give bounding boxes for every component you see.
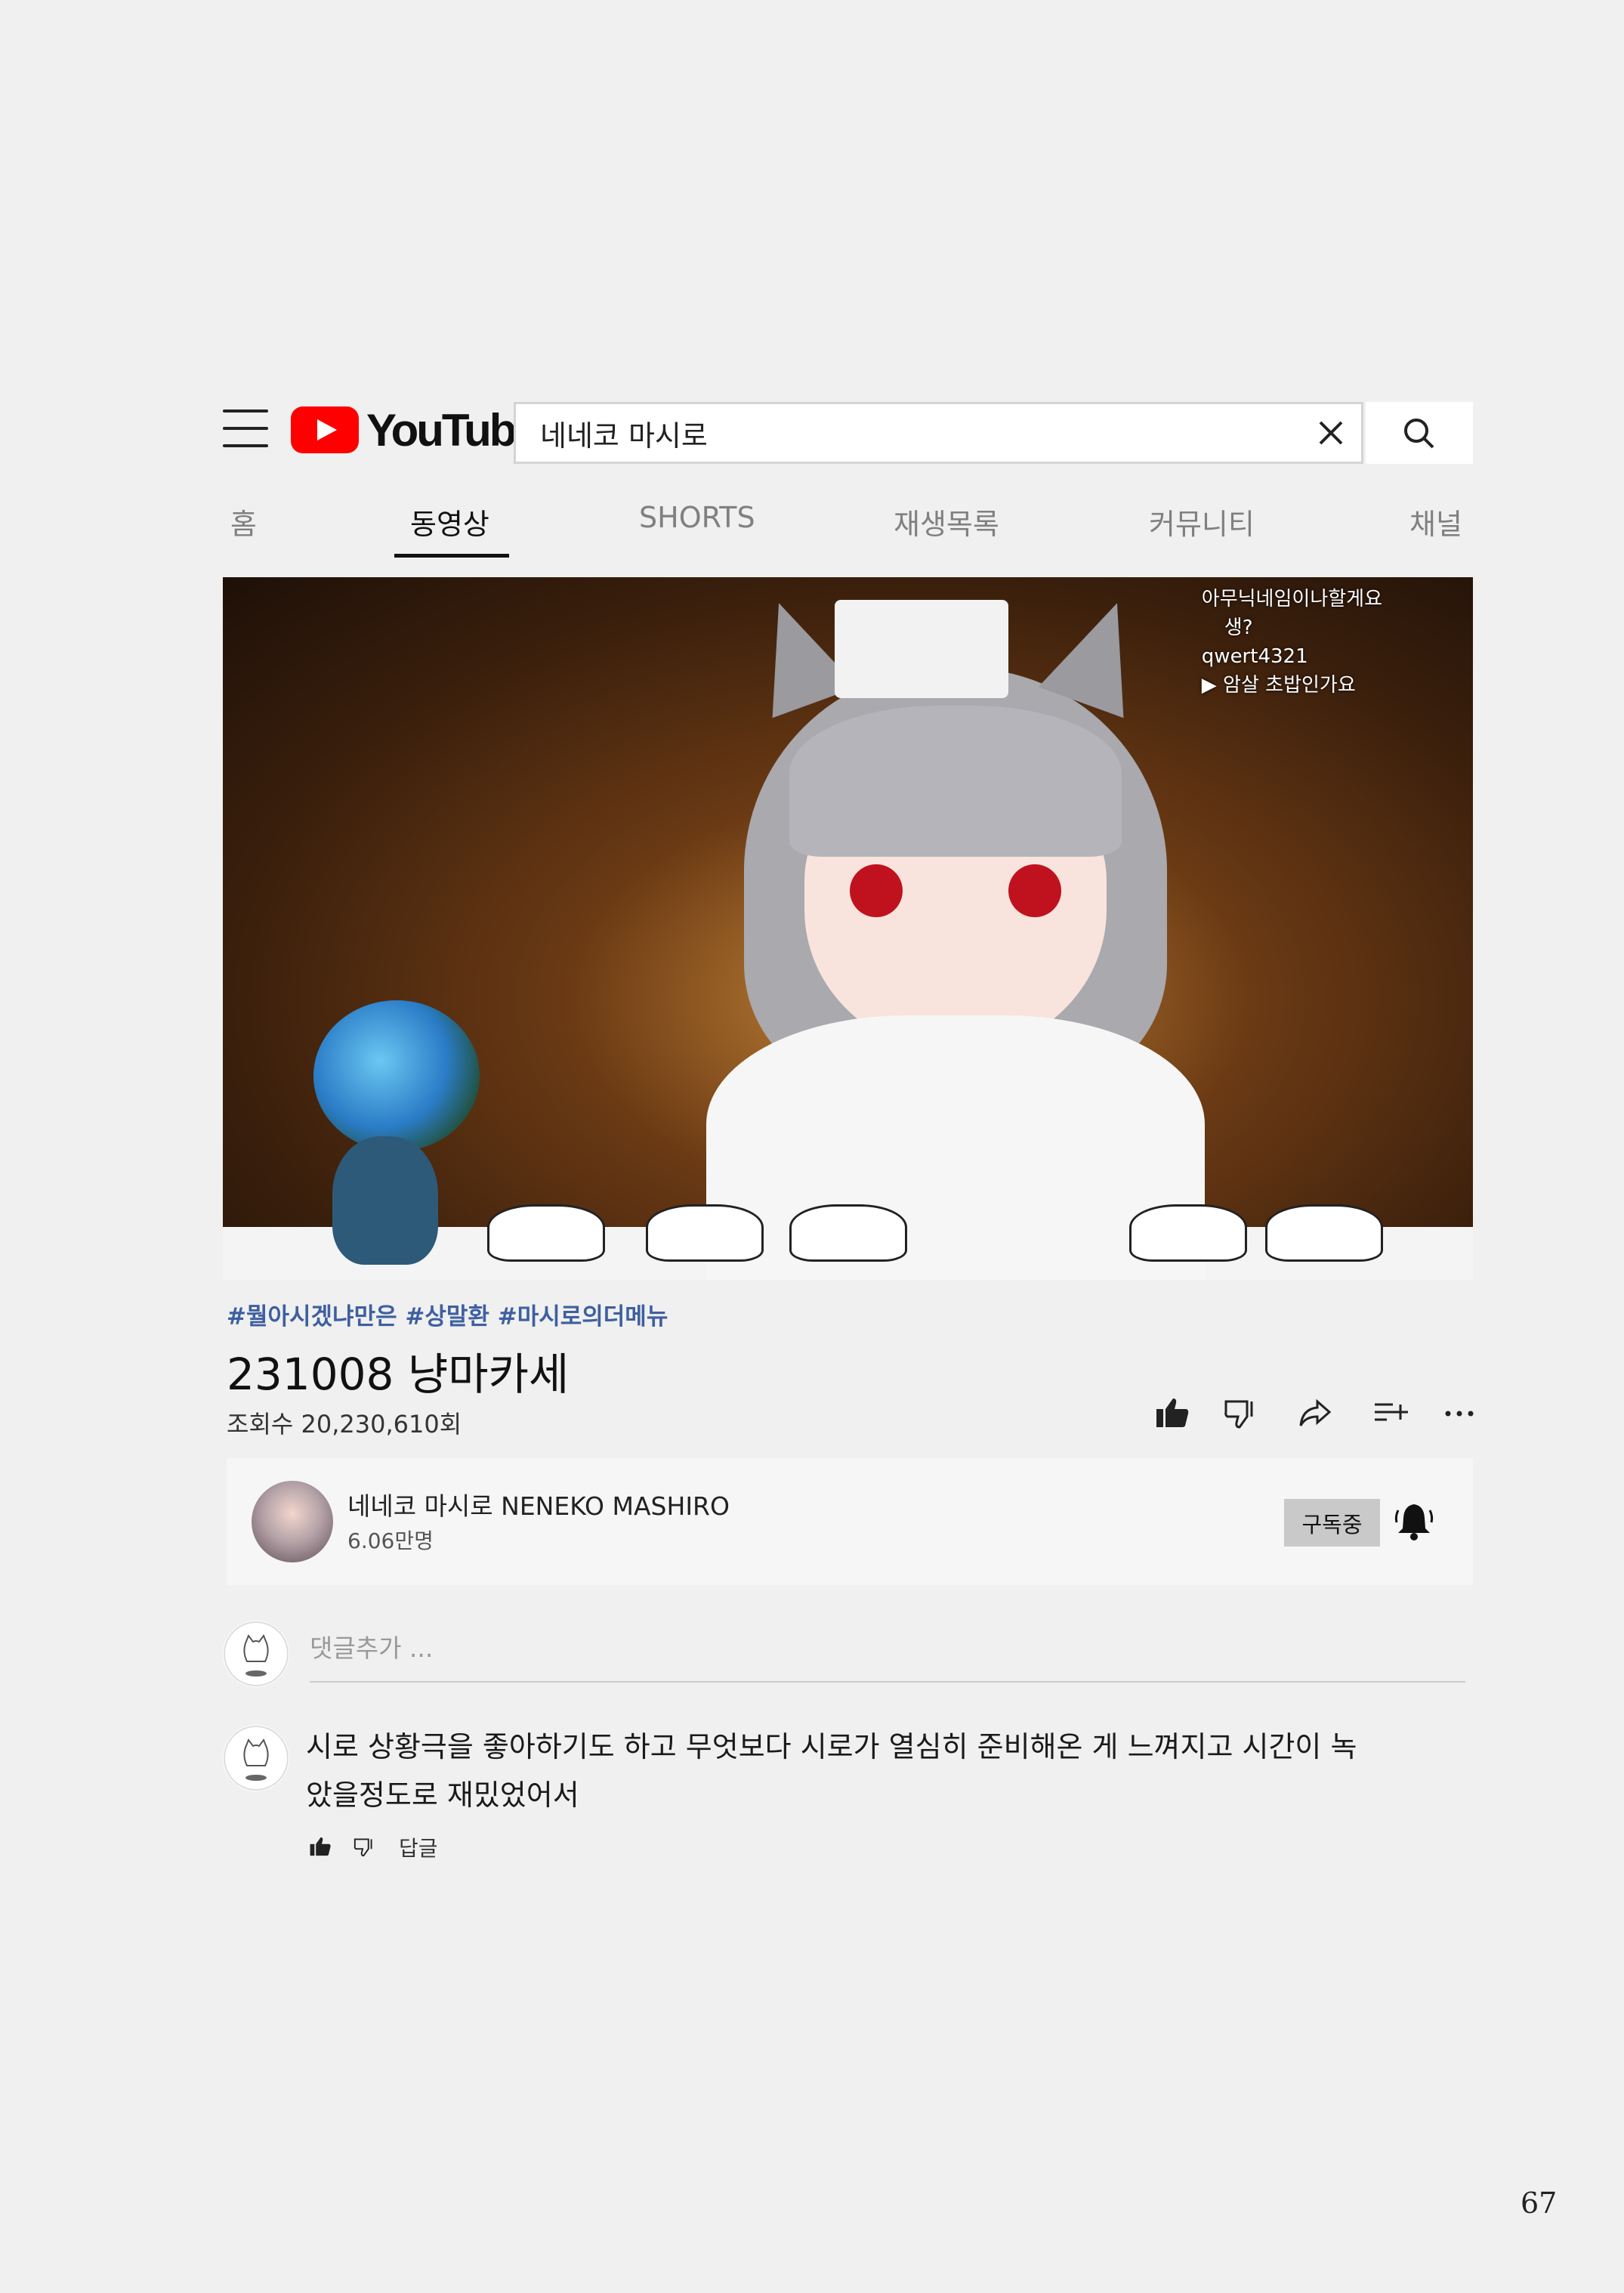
eye-right xyxy=(1008,864,1061,917)
chat-line: qwert4321 xyxy=(1201,645,1308,668)
add-to-playlist-icon[interactable] xyxy=(1372,1394,1409,1432)
menu-icon[interactable] xyxy=(223,409,268,447)
share-icon[interactable] xyxy=(1296,1394,1334,1432)
close-icon[interactable] xyxy=(1314,416,1348,450)
tab-community[interactable]: 커뮤니티 xyxy=(1149,501,1255,542)
cat-sketch-icon xyxy=(224,1621,289,1686)
sushi xyxy=(487,1204,605,1262)
search-icon xyxy=(1404,419,1434,449)
eye-left xyxy=(850,864,903,917)
subscriber-count: 6.06만명 xyxy=(347,1528,434,1553)
view-count: 조회수 20,230,610회 xyxy=(227,1410,462,1439)
youtube-logo[interactable]: YouTube xyxy=(291,404,540,456)
chat-line: 아무닉네임이나할게요 xyxy=(1201,588,1382,610)
tab-shorts[interactable]: SHORTS xyxy=(639,501,755,534)
flower-bouquet xyxy=(313,1000,480,1151)
comment-input[interactable]: 댓글추가 ... xyxy=(310,1628,1465,1683)
active-tab-indicator xyxy=(394,554,509,558)
logo-text: YouTube xyxy=(366,404,540,456)
comment-text: 시로 상황극을 좋아하기도 하고 무엇보다 시로가 열심히 준비해온 게 느껴지… xyxy=(306,1730,1357,1812)
vase xyxy=(332,1136,438,1265)
chat-line: ▶ 암살 초밥인가요 xyxy=(1201,674,1356,697)
like-icon[interactable] xyxy=(1153,1394,1191,1432)
dislike-icon[interactable] xyxy=(1221,1394,1259,1432)
bell-icon[interactable] xyxy=(1392,1500,1436,1544)
chef-hat xyxy=(835,600,1008,698)
live-chat-overlay: 아무닉네임이나할게요 생? qwert4321 ▶ 암살 초밥인가요 xyxy=(1202,585,1382,700)
channel-avatar[interactable] xyxy=(252,1481,333,1562)
tab-home[interactable]: 홈 xyxy=(230,501,257,542)
video-hashtags[interactable]: #뭘아시겠냐만은 #상말환 #마시로의더메뉴 xyxy=(227,1297,668,1331)
subscribed-button[interactable]: 구독중 xyxy=(1284,1499,1380,1547)
sushi xyxy=(1129,1204,1247,1262)
sushi xyxy=(789,1204,907,1262)
search-query[interactable]: 네네코 마시로 xyxy=(540,413,708,454)
tab-playlists[interactable]: 재생목록 xyxy=(894,501,999,542)
page-number: 67 xyxy=(1521,2186,1558,2220)
channel-name[interactable]: 네네코 마시로 NENEKO MASHIRO xyxy=(347,1486,730,1522)
commenter-avatar[interactable] xyxy=(223,1725,289,1791)
like-icon[interactable] xyxy=(308,1834,332,1859)
more-icon[interactable] xyxy=(1440,1394,1478,1432)
sushi xyxy=(1265,1204,1383,1262)
chat-line: 생? xyxy=(1224,617,1253,639)
video-title: 231008 냥마카세 xyxy=(227,1349,570,1400)
search-button[interactable] xyxy=(1366,402,1473,464)
video-thumbnail[interactable]: 아무닉네임이나할게요 생? qwert4321 ▶ 암살 초밥인가요 xyxy=(223,577,1473,1280)
tab-videos[interactable]: 동영상 xyxy=(410,501,489,542)
youtube-play-icon xyxy=(291,406,359,453)
cat-sketch-icon xyxy=(224,1726,289,1791)
reply-button[interactable]: 답글 xyxy=(399,1832,438,1862)
user-avatar xyxy=(223,1621,289,1687)
tab-channel[interactable]: 채널 xyxy=(1409,501,1462,542)
character-bangs xyxy=(789,706,1122,857)
sushi xyxy=(646,1204,764,1262)
dislike-icon[interactable] xyxy=(352,1834,376,1859)
